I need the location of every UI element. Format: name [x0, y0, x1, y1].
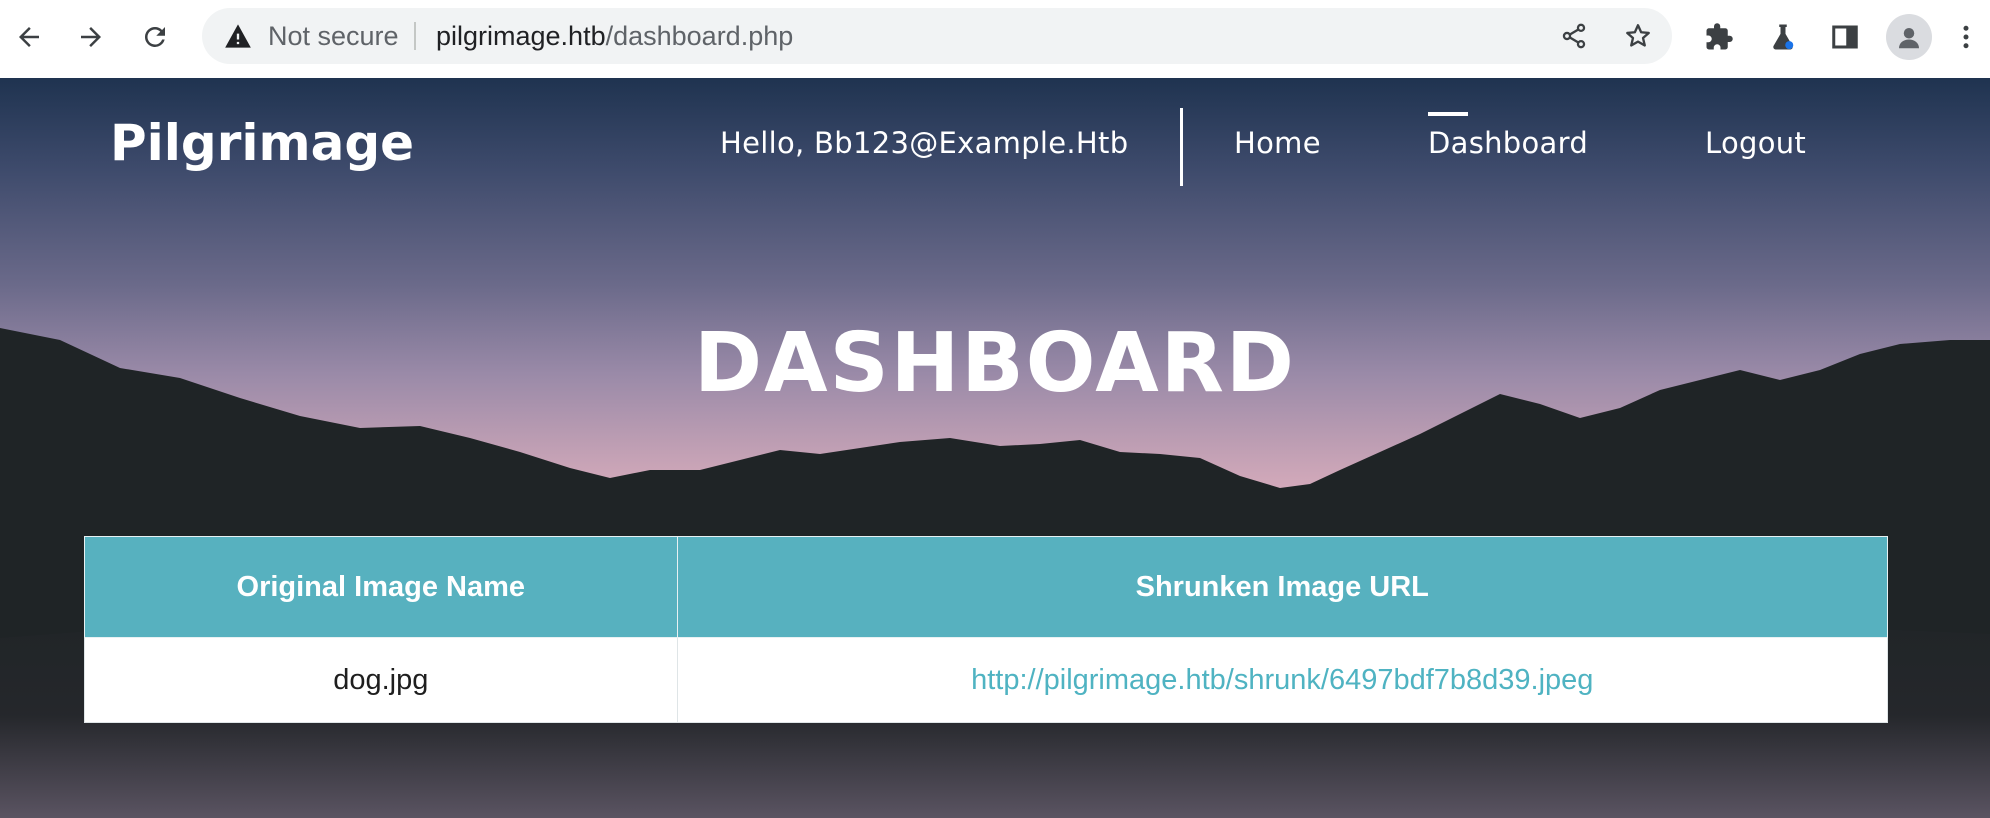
- images-table: Original Image Name Shrunken Image URL d…: [84, 536, 1889, 723]
- extensions-puzzle-icon: [1706, 23, 1733, 50]
- back-button[interactable]: [6, 14, 52, 60]
- reload-button[interactable]: [132, 14, 178, 60]
- url-host: pilgrimage.htb: [436, 21, 606, 51]
- cell-shrunken-url: http://pilgrimage.htb/shrunk/6497bdf7b8d…: [676, 637, 1889, 723]
- url-text[interactable]: pilgrimage.htb/dashboard.php: [436, 8, 793, 64]
- nav-link-dashboard[interactable]: Dashboard: [1428, 126, 1588, 160]
- address-bar[interactable]: Not secure pilgrimage.htb/dashboard.php: [202, 8, 1672, 64]
- warning-triangle-icon[interactable]: [224, 23, 252, 49]
- browser-toolbar: Not secure pilgrimage.htb/dashboard.php: [0, 0, 1990, 78]
- reload-icon: [144, 26, 165, 47]
- column-header-original-name: Original Image Name: [84, 536, 678, 638]
- user-greeting: Hello, Bb123@Example.Htb: [720, 126, 1129, 160]
- labs-button[interactable]: [1760, 14, 1806, 60]
- url-path: /dashboard.php: [605, 21, 794, 51]
- nav-divider: [1180, 108, 1183, 186]
- omnibox-divider: [414, 22, 416, 50]
- extensions-button[interactable]: [1696, 14, 1742, 60]
- nav-active-indicator: [1428, 112, 1468, 116]
- share-icon: [1562, 23, 1586, 49]
- share-button[interactable]: [1554, 16, 1594, 56]
- more-vert-icon: [1963, 25, 1969, 49]
- table-row: dog.jpg http://pilgrimage.htb/shrunk/649…: [84, 637, 1889, 723]
- security-status-label[interactable]: Not secure: [268, 8, 399, 64]
- labs-flask-icon: [1773, 24, 1794, 50]
- column-header-shrunken-url: Shrunken Image URL: [676, 536, 1889, 638]
- nav-link-home[interactable]: Home: [1234, 126, 1321, 160]
- bookmark-button[interactable]: [1618, 16, 1658, 56]
- side-panel-button[interactable]: [1822, 14, 1868, 60]
- profile-button[interactable]: [1886, 14, 1932, 60]
- page-title: DASHBOARD: [694, 316, 1296, 411]
- forward-button[interactable]: [68, 14, 114, 60]
- back-arrow-icon: [19, 27, 39, 47]
- profile-avatar-icon: [1899, 28, 1919, 49]
- forward-arrow-icon: [81, 27, 101, 47]
- browser-menu-button[interactable]: [1946, 14, 1986, 60]
- site-brand-logo[interactable]: Pilgrimage: [110, 114, 414, 172]
- cell-original-name: dog.jpg: [84, 637, 678, 723]
- shrunken-image-link[interactable]: http://pilgrimage.htb/shrunk/6497bdf7b8d…: [971, 664, 1593, 696]
- table-header-row: Original Image Name Shrunken Image URL: [84, 536, 1889, 638]
- nav-link-logout[interactable]: Logout: [1705, 126, 1806, 160]
- bookmark-star-icon: [1626, 24, 1650, 47]
- side-panel-icon: [1832, 25, 1858, 49]
